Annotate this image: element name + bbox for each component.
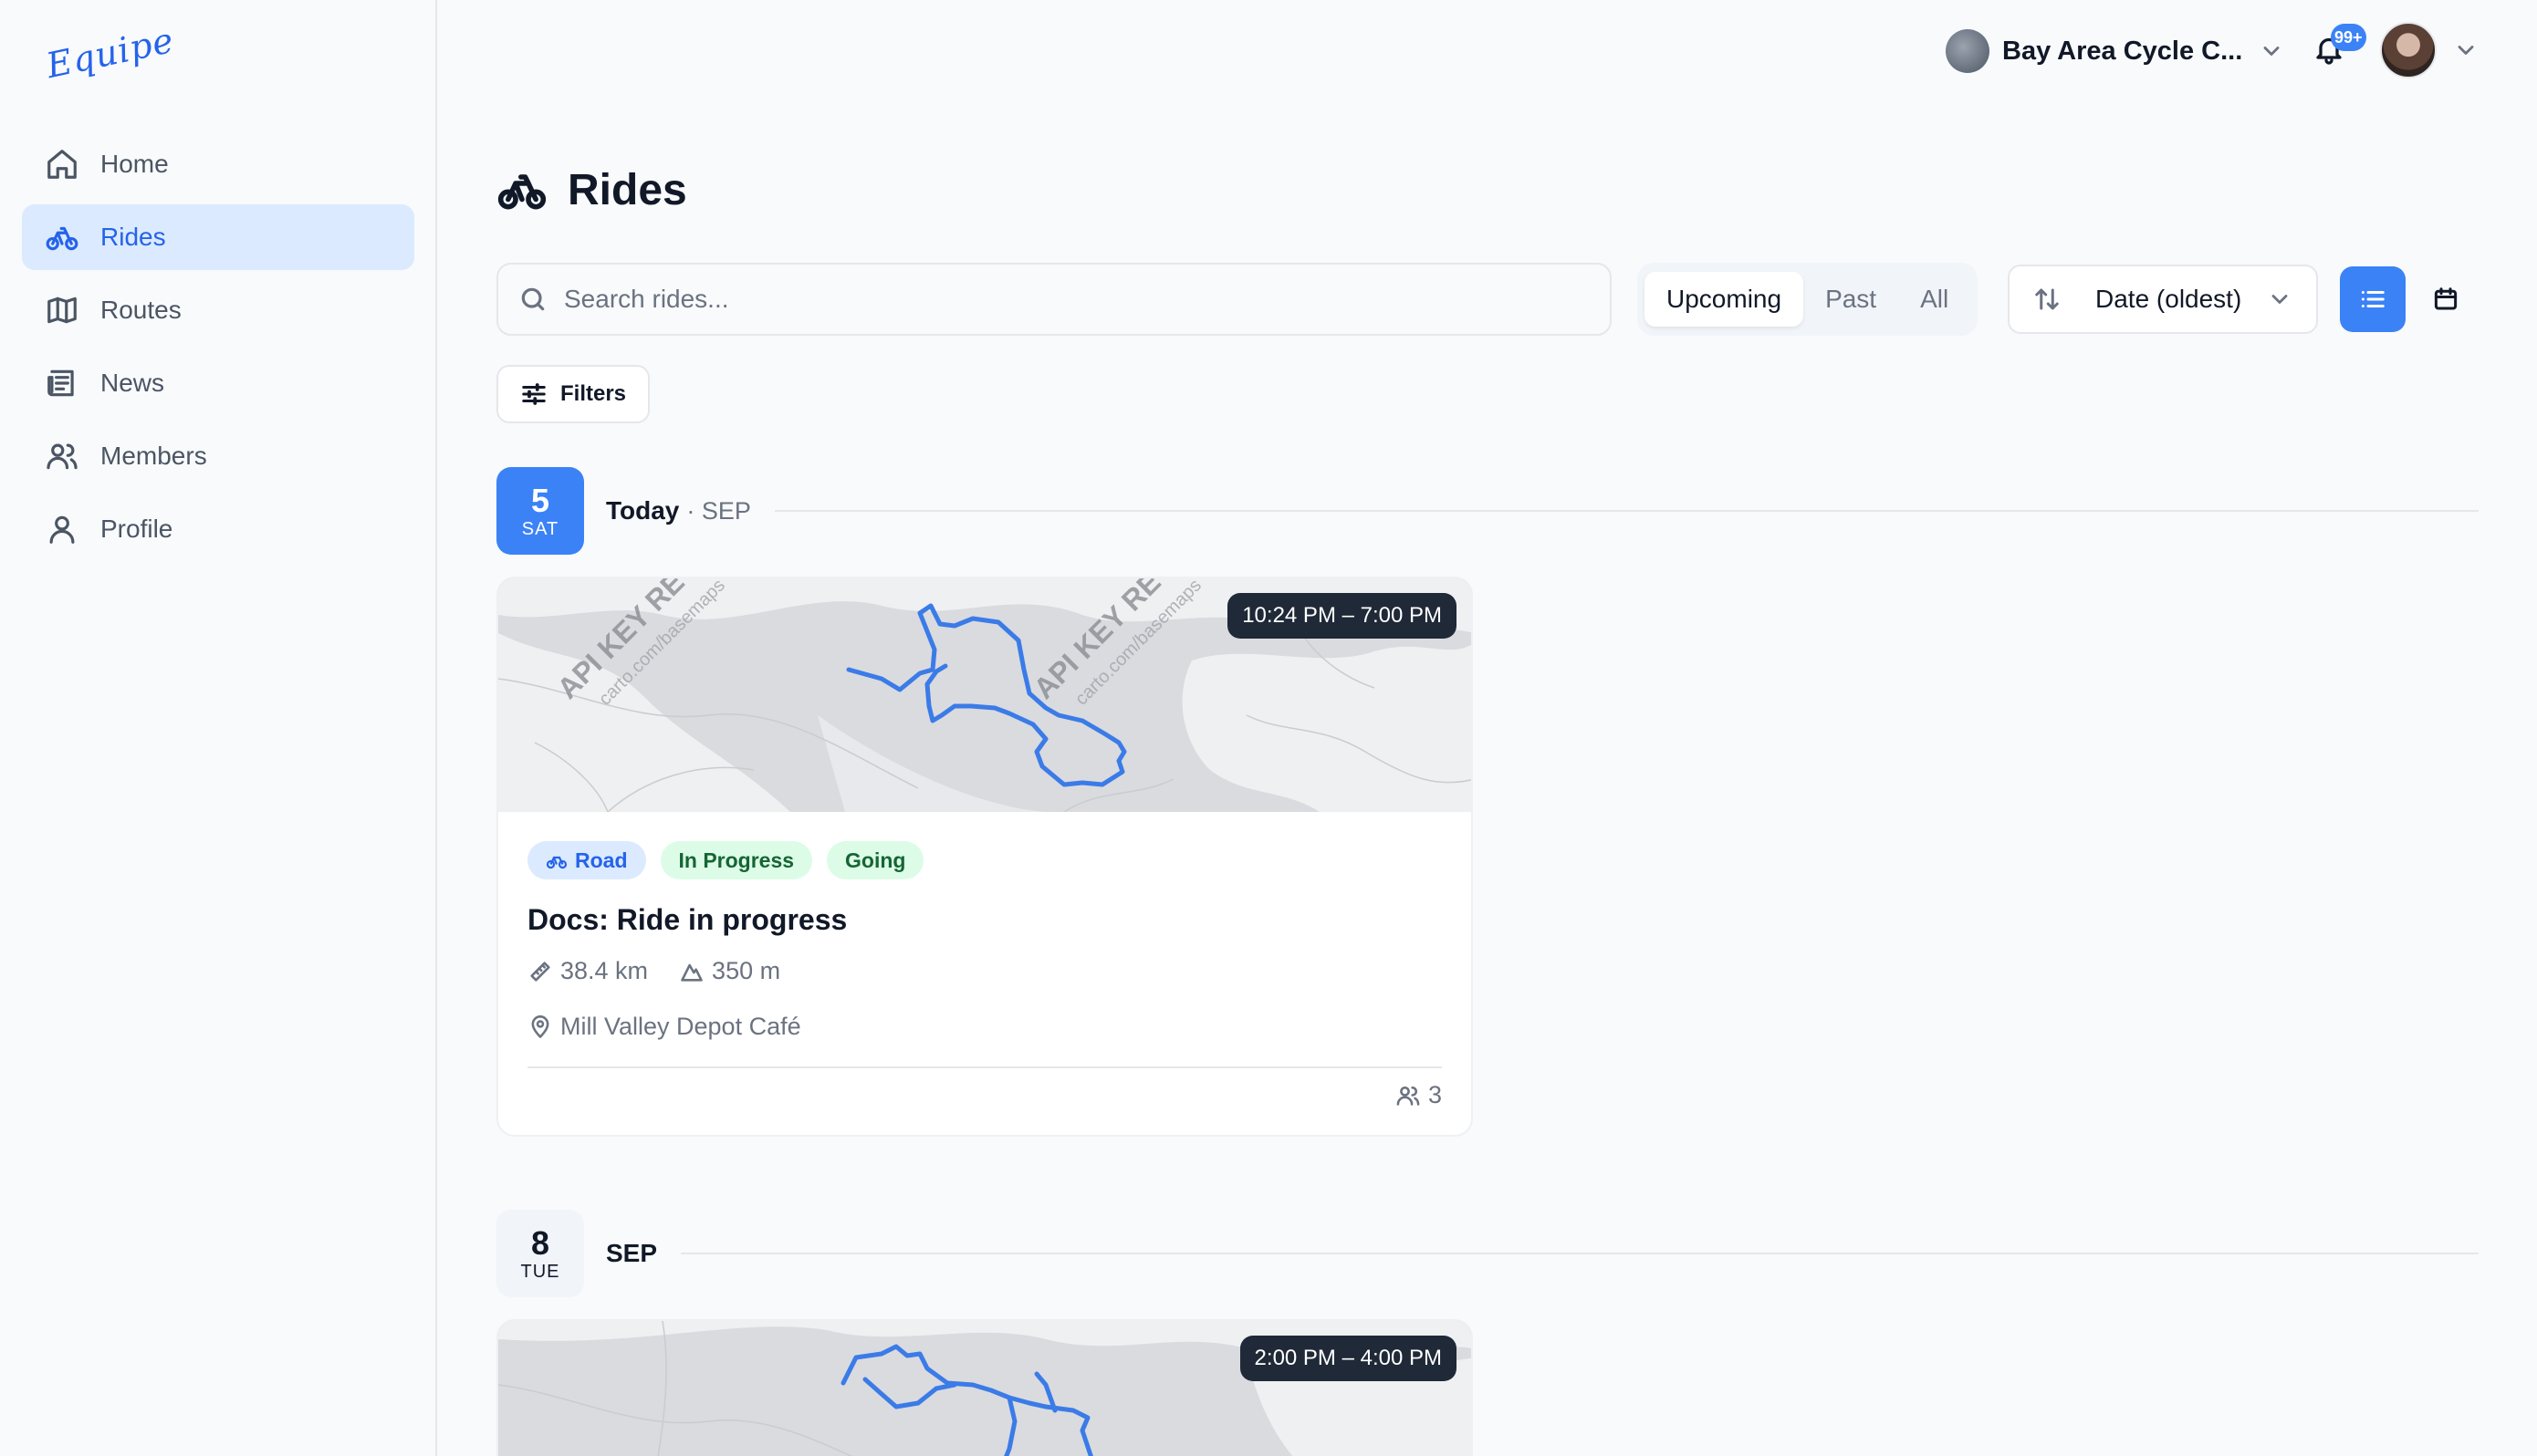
filters-button[interactable]: Filters [496,365,650,423]
bike-icon [497,174,547,210]
search-icon [521,287,545,311]
sidebar-item-label: Routes [100,296,182,324]
sidebar-item-news[interactable]: News [22,350,414,416]
tag-road: Road [527,841,646,879]
date-group-header: 5 SAT Today · SEP [496,467,2479,555]
sidebar-item-label: Home [100,150,169,178]
app-logo[interactable]: Equipe [43,20,178,86]
calendar-view-button[interactable] [2413,266,2479,332]
route-map: 2:00 PM – 4:00 PM [498,1321,1471,1456]
sidebar-item-label: Members [100,442,207,470]
tag-label: Road [575,848,628,872]
participant-count: 3 [527,1081,1442,1109]
users-icon [44,438,80,474]
ruler-icon [530,961,550,982]
search-input[interactable] [564,285,1568,314]
list-icon [2361,291,2385,307]
tab-past[interactable]: Past [1803,272,1898,327]
sliders-icon [522,383,546,405]
sidebar-item-home[interactable]: Home [22,131,414,197]
ride-location: Mill Valley Depot Café [527,1013,1442,1041]
bike-icon [546,856,568,869]
tab-all[interactable]: All [1898,272,1970,327]
sidebar-item-rides[interactable]: Rides [22,204,414,270]
divider [527,1066,1442,1068]
sidebar: Equipe Home Rides Routes News Members Pr… [0,0,437,1456]
ride-tags: Road In Progress Going [527,841,1442,879]
elevation-value: 350 m [712,957,781,984]
distance-value: 38.4 km [560,957,649,984]
search-box [496,263,1612,336]
ride-time: 2:00 PM – 4:00 PM [1239,1336,1456,1381]
date-weekday: SAT [521,518,559,539]
sort-label: Date (oldest) [2095,285,2242,313]
ride-card[interactable]: API KEY RE carto.com/basemaps API KEY RE… [496,577,1473,1137]
sort-select[interactable]: Date (oldest) [2008,265,2318,334]
ride-time: 10:24 PM – 7:00 PM [1227,593,1456,639]
route-map: API KEY RE carto.com/basemaps API KEY RE… [498,578,1471,812]
chevron-down-icon [2271,295,2288,304]
sidebar-nav: Home Rides Routes News Members Profile [22,131,414,569]
club-avatar [1946,29,1989,73]
sidebar-item-label: News [100,369,165,397]
sidebar-item-members[interactable]: Members [22,423,414,489]
sidebar-item-routes[interactable]: Routes [22,277,414,343]
ride-details: Road In Progress Going Docs: Ride in pro… [498,812,1471,1135]
newspaper-icon [44,365,80,401]
date-month: · SEP [686,496,751,525]
divider [774,510,2479,512]
participant-count-value: 3 [1427,1081,1442,1108]
list-view-button[interactable] [2340,266,2406,332]
club-name: Bay Area Cycle C... [2002,36,2243,66]
filters-label: Filters [560,381,627,406]
tag-going: Going [827,841,924,879]
user-menu[interactable] [2380,22,2479,78]
sort-arrows-icon [2035,288,2059,310]
map-icon [44,292,80,328]
date-weekday: TUE [520,1261,560,1282]
calendar-icon [2434,287,2458,310]
avatar [2380,22,2437,78]
notifications-button[interactable]: 99+ [2313,24,2366,69]
location-name: Mill Valley Depot Café [560,1013,801,1040]
distance-stat: 38.4 km [527,957,648,985]
date-group-header: 8 TUE SEP [496,1210,2479,1297]
date-label: SEP [606,1239,658,1267]
users-icon [1396,1086,1420,1106]
home-icon [44,146,80,182]
sidebar-item-profile[interactable]: Profile [22,496,414,562]
date-label: Today [606,496,680,525]
elevation-stat: 350 m [679,957,780,985]
chevron-down-icon [2263,47,2280,56]
tag-in-progress: In Progress [660,841,813,879]
date-day: 5 [530,481,550,519]
ride-card[interactable]: 2:00 PM – 4:00 PM [496,1319,1473,1456]
date-badge: 5 SAT [496,467,584,555]
ride-title[interactable]: Docs: Ride in progress [527,903,1442,937]
date-badge: 8 TUE [496,1210,584,1297]
chevron-down-icon [2458,46,2474,55]
date-day: 8 [530,1223,550,1262]
page-header: Rides [496,164,687,215]
mountain-icon [681,963,703,982]
user-icon [44,511,80,547]
page-title: Rides [568,165,687,214]
sidebar-item-label: Profile [100,515,173,543]
tab-upcoming[interactable]: Upcoming [1644,272,1804,327]
notification-badge: 99+ [2331,24,2366,51]
ride-stats: 38.4 km 350 m [527,957,1442,985]
bike-icon [44,219,80,255]
divider [681,1253,2479,1254]
map-pin-icon [531,1014,549,1038]
time-filter-tabs: Upcoming Past All [1637,263,1978,336]
club-switcher[interactable]: Bay Area Cycle C... [1946,27,2284,75]
sidebar-item-label: Rides [100,223,166,251]
